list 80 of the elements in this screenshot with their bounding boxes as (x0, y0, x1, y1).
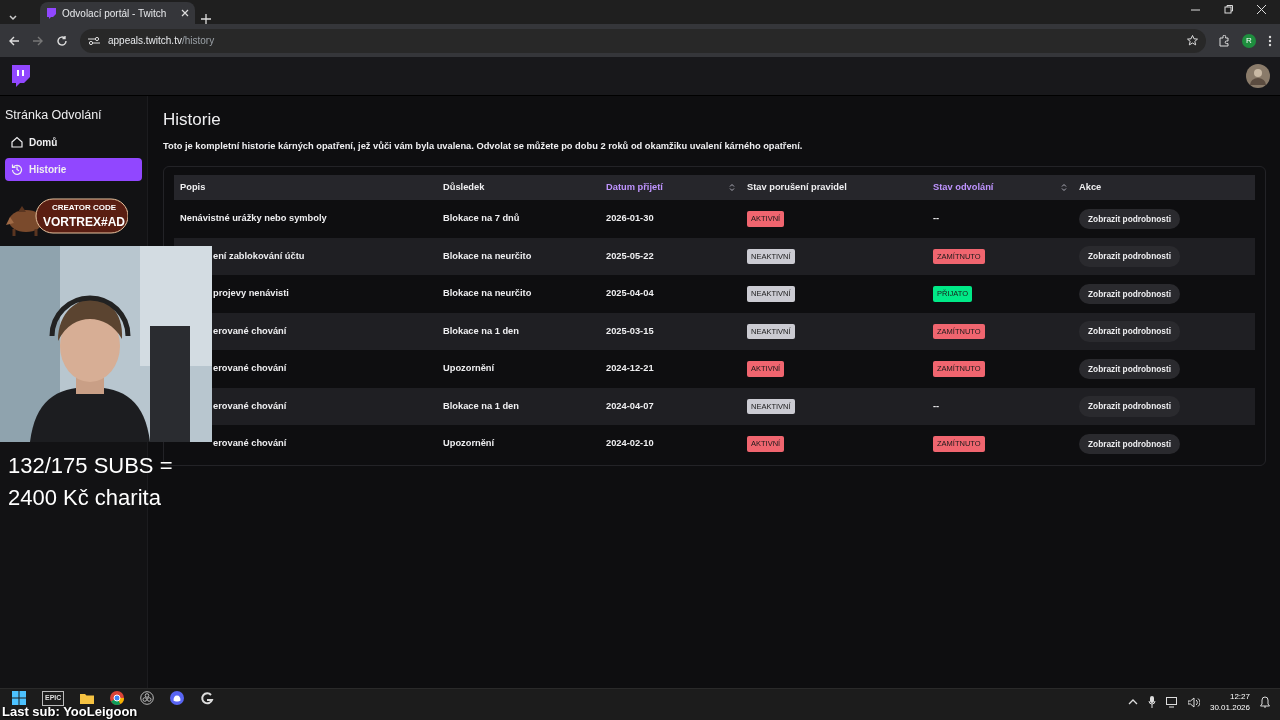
column-header: Důsledek (437, 175, 600, 201)
bell-icon[interactable] (1260, 696, 1270, 708)
column-header[interactable]: Stav odvolání (927, 175, 1073, 201)
folder-icon[interactable] (80, 691, 95, 705)
details-button[interactable]: Zobrazit podrobnosti (1079, 433, 1180, 455)
column-header: Popis (174, 175, 437, 201)
column-header[interactable]: Datum přijetí (600, 175, 741, 201)
details-button[interactable]: Zobrazit podrobnosti (1079, 208, 1180, 230)
clock-time[interactable]: 12:27 (1209, 691, 1250, 702)
page-description: Toto je kompletní historie kárných opatření, jež vůči vám byla uvalena. Odvolat se můžete po dobu 2 roků od okamžiku uvalení kárného opatření. (163, 140, 804, 154)
sort-icon (1061, 183, 1067, 193)
page-title: Historie (163, 110, 222, 131)
volume-icon[interactable] (1187, 696, 1200, 708)
last-sub-text: Last sub: YooLeigoon (2, 704, 138, 719)
sort-icon (729, 183, 735, 193)
column-header: Akce (1073, 175, 1255, 201)
table-cell-text: Upozornění (443, 362, 495, 376)
subs-goal-text: 132/175 SUBS = (8, 452, 173, 480)
table-cell-text: 2025-04-04 (606, 287, 654, 301)
table-cell-text: Nenávistné urážky nebo symboly (180, 212, 327, 226)
close-icon[interactable] (1257, 4, 1266, 14)
close-icon[interactable] (181, 9, 189, 17)
bookmark-star-icon[interactable] (1187, 35, 1198, 46)
reload-icon[interactable] (56, 34, 68, 47)
g-logo-icon[interactable] (200, 691, 215, 705)
table-cell-text: 2026-01-30 (606, 212, 654, 226)
site-settings-icon (88, 35, 100, 46)
details-button[interactable]: Zobrazit podrobnosti (1079, 283, 1180, 305)
home-icon (11, 136, 23, 149)
creator-code-label: CREATOR CODE (51, 203, 117, 212)
table-cell-text: erované chování (213, 399, 287, 413)
restore-icon[interactable] (1224, 4, 1233, 14)
user-avatar[interactable] (1246, 64, 1270, 88)
browser-tab[interactable]: Odvolací portál - Twitch (40, 2, 195, 24)
table-cell-text: 2024-12-21 (606, 362, 654, 376)
sidebar-title: Stránka Odvolání (5, 107, 103, 124)
twitch-logo-icon[interactable] (10, 65, 30, 87)
table-cell-text: 2025-03-15 (606, 324, 654, 338)
table-cell-text: erované chování (213, 437, 287, 451)
table-cell-text: Blokace na neurčito (443, 287, 532, 301)
back-icon[interactable] (8, 34, 20, 47)
new-tab-icon[interactable] (201, 14, 211, 24)
table-cell-text: erované chování (213, 362, 287, 376)
address-field[interactable]: appeals.twitch.tv/history (80, 28, 1206, 53)
menu-icon[interactable] (1268, 34, 1272, 47)
sidebar-item[interactable]: Historie (5, 157, 142, 181)
table-cell-text: 2024-04-07 (606, 399, 654, 413)
table-cell-text: Blokace na 7 dnů (443, 212, 520, 226)
details-button[interactable]: Zobrazit podrobnosti (1079, 321, 1180, 342)
recorder-icon[interactable] (140, 691, 155, 705)
table-cell-text: Blokace na 1 den (443, 399, 519, 413)
placeholder-text: -- (933, 399, 940, 413)
table-cell-text: erované chování (213, 324, 287, 338)
table-cell-text: projevy nenávisti (213, 287, 289, 301)
creator-code-text: VORTREX#AD (43, 215, 125, 229)
placeholder-text: -- (933, 212, 940, 226)
details-button[interactable]: Zobrazit podrobnosti (1079, 358, 1180, 380)
table-cell-text: Blokace na neurčito (443, 249, 532, 263)
browser-icon[interactable] (110, 691, 125, 705)
windows-icon[interactable] (12, 691, 26, 705)
microphone-icon[interactable] (1147, 696, 1156, 708)
url-text: appeals.twitch.tv/history (108, 34, 216, 48)
chevron-up-icon[interactable] (1127, 699, 1138, 705)
table-cell-text: 2024-02-10 (606, 437, 654, 451)
clock-date[interactable]: 30.01.2026 (1209, 702, 1250, 713)
tab-title: Odvolací portál - Twitch (62, 6, 168, 21)
twitch-icon (46, 7, 56, 19)
profile-avatar[interactable]: R (1242, 33, 1256, 48)
table-cell-text: Upozornění (443, 437, 495, 451)
column-header: Stav porušení pravidel (741, 175, 927, 201)
details-button[interactable]: Zobrazit podrobnosti (1079, 246, 1180, 267)
subs-goal-text: 2400 Kč charita (8, 484, 162, 512)
table-cell-text: ení zablokování účtu (213, 249, 305, 263)
table-cell-text: Blokace na 1 den (443, 324, 519, 338)
history-icon (11, 163, 23, 176)
extensions-icon[interactable] (1218, 34, 1230, 47)
details-button[interactable]: Zobrazit podrobnosti (1079, 396, 1180, 417)
forward-icon[interactable] (32, 34, 44, 47)
sidebar-item[interactable]: Domů (5, 130, 142, 154)
table-cell-text: 2025-05-22 (606, 249, 654, 263)
